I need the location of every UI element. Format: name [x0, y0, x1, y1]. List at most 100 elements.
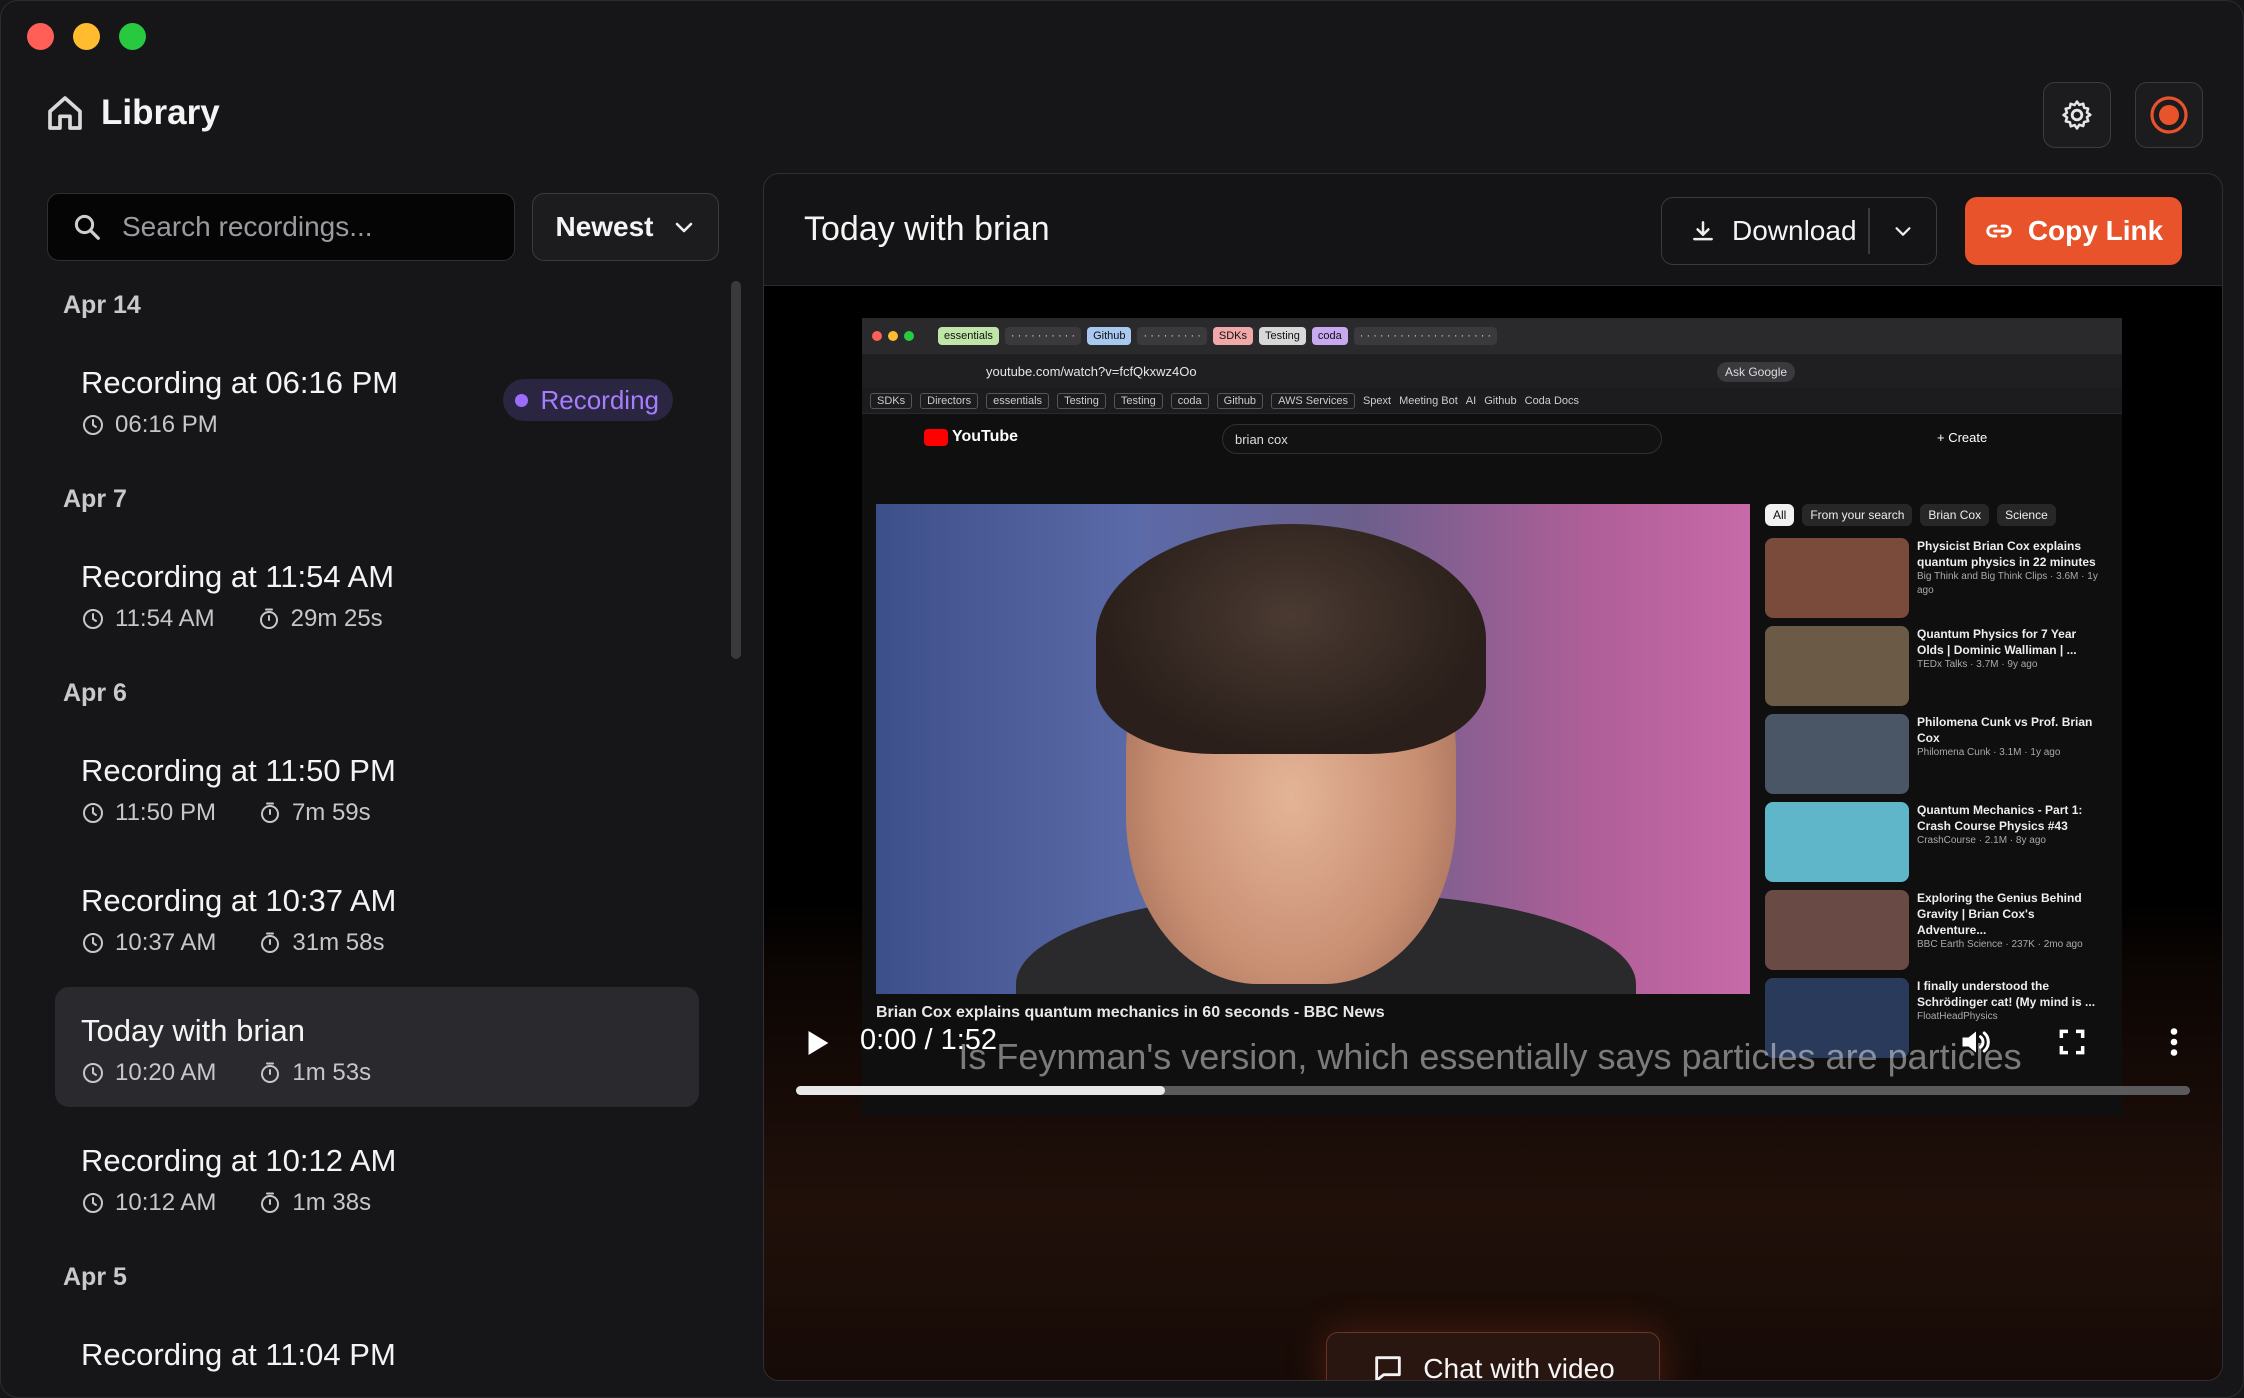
recording-duration: 31m 58s	[292, 929, 385, 956]
search-input[interactable]: Search recordings...	[47, 193, 515, 261]
status-badge-label: Recording	[540, 384, 659, 415]
recording-title: Today with brian	[81, 1013, 306, 1048]
sidebar-scrollbar[interactable]	[731, 281, 741, 659]
recording-title: Recording at 10:37 AM	[81, 883, 397, 918]
recording-time: 11:50 PM	[115, 799, 216, 826]
recording-meta: 06:16 PM	[81, 411, 218, 439]
recording-item-selected[interactable]: Today with brian 10:20 AM 1m 53s	[55, 987, 699, 1107]
browser-address-bar: youtube.com/watch?v=fcfQkxwz4Oo Ask Goog…	[862, 354, 2122, 388]
sort-label: Newest	[555, 211, 654, 242]
fullscreen-button[interactable]	[2056, 1026, 2088, 1058]
clock-icon	[81, 607, 105, 631]
bookmark-folder: Meeting Bot	[1399, 394, 1458, 407]
download-icon	[1690, 218, 1716, 244]
bookmark-folder: Coda Docs	[1524, 394, 1580, 407]
recording-item[interactable]: Recording at 10:37 AM 10:37 AM 31m 58s	[55, 857, 699, 977]
recording-item[interactable]: Recording at 11:54 AM 11:54 AM 29m 25s	[55, 533, 699, 653]
clock-icon	[81, 801, 105, 825]
window-maximize-button[interactable]	[119, 23, 146, 50]
youtube-create-button: + Create	[1937, 430, 1988, 445]
date-group-heading: Apr 7	[63, 485, 127, 513]
timer-icon	[258, 1191, 282, 1215]
clock-icon	[81, 1061, 105, 1085]
recording-detail-title: Today with brian	[804, 210, 1050, 248]
recording-item[interactable]: Recording at 11:50 PM 11:50 PM 7m 59s	[55, 727, 699, 847]
browser-url: youtube.com/watch?v=fcfQkxwz4Oo	[986, 363, 1197, 379]
volume-icon	[1958, 1024, 1994, 1060]
youtube-suggestions: Physicist Brian Cox explains quantum phy…	[1765, 538, 2105, 1066]
filter-chip: Science	[1997, 504, 2056, 526]
recording-time: 06:16 PM	[115, 411, 218, 438]
bookmark-chip: coda	[1170, 392, 1209, 409]
date-group-heading: Apr 14	[63, 291, 141, 319]
page-title: Library	[101, 93, 220, 132]
recording-meta: 11:50 PM 7m 59s	[81, 799, 371, 827]
recording-time: 10:12 AM	[115, 1189, 217, 1216]
traffic-lights	[27, 23, 146, 50]
recording-item[interactable]: Recording at 11:04 PM	[55, 1311, 699, 1397]
recordings-list: Apr 14 Recording at 06:16 PM 06:16 PM Re…	[55, 285, 705, 1397]
timer-icon	[258, 1061, 282, 1085]
recording-duration: 1m 53s	[292, 1059, 372, 1086]
filter-chip: From your search	[1802, 504, 1913, 526]
recording-detail-panel: Today with brian Download Copy Link esse…	[763, 173, 2223, 1381]
recording-time: 10:37 AM	[115, 929, 217, 956]
recording-title: Recording at 10:12 AM	[81, 1143, 397, 1178]
browser-bookmarks-bar: SDKs Directors essentials Testing Testin…	[862, 388, 2122, 414]
bookmark-chip: Testing	[1057, 392, 1106, 409]
bookmark-folder: Spext	[1362, 394, 1392, 407]
recording-title: Recording at 06:16 PM	[81, 365, 399, 400]
ask-google-chip: Ask Google	[1717, 362, 1796, 382]
search-placeholder: Search recordings...	[122, 211, 373, 242]
youtube-top-bar: YouTube brian cox + Create	[862, 414, 2122, 464]
sort-dropdown[interactable]: Newest	[532, 193, 719, 261]
video-progress-fill	[796, 1086, 1166, 1095]
record-icon	[2149, 95, 2189, 135]
recording-duration: 7m 59s	[291, 799, 371, 826]
recording-time: 11:54 AM	[115, 605, 215, 632]
copy-link-button[interactable]: Copy Link	[1965, 197, 2182, 265]
clock-icon	[81, 931, 105, 955]
play-button[interactable]	[800, 1026, 834, 1060]
video-frame: essentials · · · · · · · · · · Github · …	[862, 318, 2122, 1116]
youtube-logo: YouTube	[924, 428, 1018, 446]
download-options-button[interactable]	[1870, 198, 1937, 264]
chevron-down-icon	[672, 215, 696, 239]
fullscreen-icon	[2056, 1026, 2088, 1058]
settings-button[interactable]	[2043, 82, 2111, 148]
search-icon	[72, 212, 102, 242]
suggestion-item: Physicist Brian Cox explains quantum phy…	[1765, 538, 2105, 626]
recording-meta: 10:20 AM 1m 53s	[81, 1059, 371, 1087]
link-icon	[1984, 216, 2014, 246]
date-group-heading: Apr 5	[63, 1263, 127, 1291]
volume-button[interactable]	[1958, 1024, 1994, 1060]
filter-chip: All	[1765, 504, 1795, 526]
download-button[interactable]: Download	[1662, 198, 1868, 264]
recording-title: Recording at 11:54 AM	[81, 559, 395, 594]
recording-item[interactable]: Recording at 10:12 AM 10:12 AM 1m 38s	[55, 1117, 699, 1237]
recording-item[interactable]: Recording at 06:16 PM 06:16 PM Recording	[55, 339, 699, 459]
suggestion-item: Philomena Cunk vs Prof. Brian Cox Philome…	[1765, 714, 2105, 802]
window-minimize-button[interactable]	[73, 23, 100, 50]
chat-with-video-label: Chat with video	[1423, 1353, 1615, 1381]
date-group-heading: Apr 6	[63, 679, 127, 707]
recording-meta: 10:12 AM 1m 38s	[81, 1189, 371, 1217]
start-recording-button[interactable]	[2135, 82, 2203, 148]
chat-with-video-button[interactable]: Chat with video	[1326, 1332, 1660, 1381]
recording-time: 10:20 AM	[115, 1059, 217, 1086]
browser-tab-strip: essentials · · · · · · · · · · Github · …	[862, 318, 2122, 354]
timer-icon	[258, 931, 282, 955]
youtube-player-frame	[876, 504, 1750, 994]
bookmark-chip: essentials	[986, 392, 1050, 409]
youtube-video-title: Brian Cox explains quantum mechanics in …	[876, 1004, 1385, 1021]
video-progress-bar[interactable]	[796, 1086, 2190, 1095]
app-window: Library Search recordings... Newest Apr …	[0, 0, 2244, 1398]
recording-title: Recording at 11:04 PM	[81, 1337, 396, 1372]
more-options-button[interactable]	[2156, 1024, 2192, 1060]
bookmark-chip: AWS Services	[1271, 392, 1355, 409]
chat-icon	[1371, 1352, 1405, 1380]
gear-icon	[2060, 98, 2094, 132]
window-close-button[interactable]	[27, 23, 54, 50]
suggestion-item: Quantum Physics for 7 Year Olds | Domini…	[1765, 626, 2105, 714]
video-player[interactable]: essentials · · · · · · · · · · Github · …	[764, 286, 2222, 1381]
